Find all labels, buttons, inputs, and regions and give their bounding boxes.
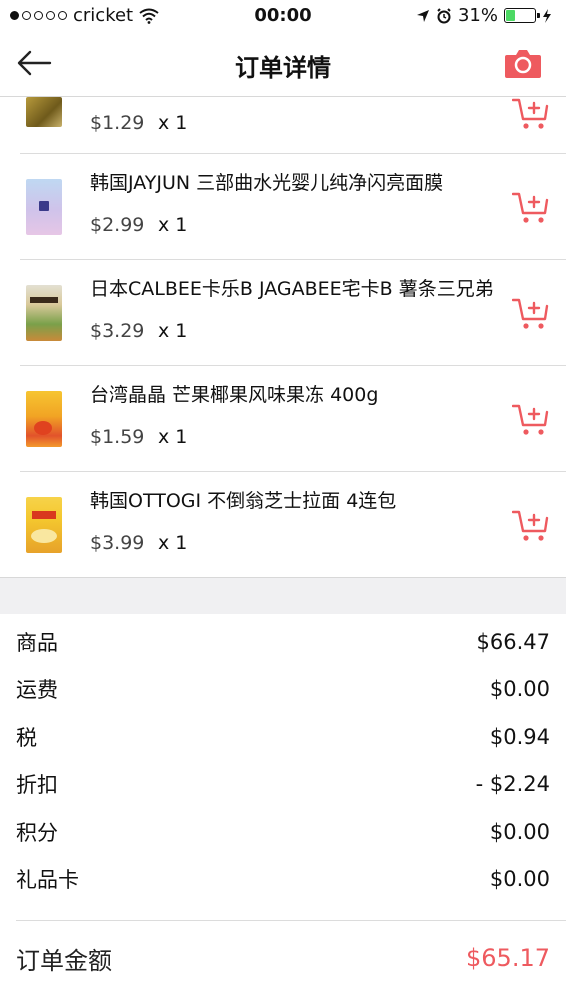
summary-value: $0.00: [489, 819, 550, 844]
charging-icon: [543, 8, 551, 23]
page-title: 订单详情: [235, 54, 331, 82]
summary-label: 税: [16, 725, 37, 750]
summary-label: 商品: [16, 630, 58, 655]
summary-label: 礼品卡: [16, 868, 79, 893]
item-qty: x 1: [158, 532, 188, 554]
list-item[interactable]: 台湾晶晶 芒果椰果风味果冻 400g $1.59 x 1: [20, 366, 566, 472]
item-name: 日本CALBEE卡乐B JAGABEE宅卡B 薯条三兄弟: [90, 278, 494, 300]
summary-row-shipping: 运费 $0.00: [16, 666, 550, 714]
item-price: $3.29: [90, 320, 145, 342]
item-qty: x 1: [158, 112, 188, 134]
status-bar: cricket 00:00 31%: [0, 0, 566, 32]
summary-value: $0.00: [489, 677, 550, 702]
nav-bar: 订单详情: [0, 32, 566, 97]
section-divider: [0, 577, 566, 614]
summary-row-goods: 商品 $66.47: [16, 618, 550, 666]
total-label: 订单金额: [16, 946, 112, 975]
item-name: 韩国JAYJUN 三部曲水光婴儿纯净闪亮面膜: [90, 172, 444, 194]
list-item[interactable]: 韩国JAYJUN 三部曲水光婴儿纯净闪亮面膜 $2.99 x 1: [20, 154, 566, 260]
camera-icon[interactable]: [504, 46, 542, 80]
status-right: 31%: [416, 5, 552, 26]
item-name: 台湾晶晶 芒果椰果风味果冻 400g: [90, 384, 379, 406]
summary-row-points: 积分 $0.00: [16, 808, 550, 856]
summary-value: $0.00: [489, 867, 550, 892]
list-item[interactable]: 日本CALBEE卡乐B JAGABEE宅卡B 薯条三兄弟 $3.29 x 1: [20, 260, 566, 366]
location-icon: [416, 9, 429, 22]
total-value: $65.17: [466, 944, 550, 972]
summary-value: - $2.24: [475, 772, 550, 797]
item-price: $3.99: [90, 532, 145, 554]
summary-value: $66.47: [476, 629, 550, 654]
add-to-cart-icon[interactable]: [512, 401, 550, 439]
battery-icon: [504, 8, 540, 23]
add-to-cart-icon[interactable]: [512, 189, 550, 227]
product-image: [26, 179, 62, 235]
item-qty: x 1: [158, 320, 188, 342]
order-item-list: $1.29 x 1 韩国JAYJUN 三部曲水光婴儿纯净闪亮面膜 $2.99 x…: [0, 97, 566, 578]
summary-label: 运费: [16, 678, 58, 703]
product-image: [26, 497, 62, 553]
product-image: [26, 391, 62, 447]
add-to-cart-icon[interactable]: [512, 507, 550, 545]
product-image: [26, 285, 62, 341]
list-item[interactable]: 韩国OTTOGI 不倒翁芝士拉面 4连包 $3.99 x 1: [20, 472, 566, 578]
add-to-cart-icon[interactable]: [512, 95, 550, 133]
order-total: 订单金额 $65.17: [16, 935, 550, 981]
product-image: [26, 97, 62, 127]
item-qty: x 1: [158, 426, 188, 448]
item-name: 韩国OTTOGI 不倒翁芝士拉面 4连包: [90, 490, 397, 512]
summary-row-discount: 折扣 - $2.24: [16, 761, 550, 809]
item-price: $1.29: [90, 112, 145, 134]
item-price: $2.99: [90, 214, 145, 236]
item-price: $1.59: [90, 426, 145, 448]
list-item[interactable]: $1.29 x 1: [20, 97, 566, 154]
summary-label: 折扣: [16, 773, 58, 798]
order-summary: 商品 $66.47 运费 $0.00 税 $0.94 折扣 - $2.24 积分…: [16, 618, 550, 903]
summary-row-tax: 税 $0.94: [16, 713, 550, 761]
add-to-cart-icon[interactable]: [512, 295, 550, 333]
summary-label: 积分: [16, 820, 58, 845]
summary-value: $0.94: [489, 724, 550, 749]
summary-row-gift-card: 礼品卡 $0.00: [16, 856, 550, 904]
battery-percent: 31%: [457, 5, 498, 26]
item-qty: x 1: [158, 214, 188, 236]
alarm-icon: [437, 7, 451, 23]
total-divider: [16, 920, 566, 921]
